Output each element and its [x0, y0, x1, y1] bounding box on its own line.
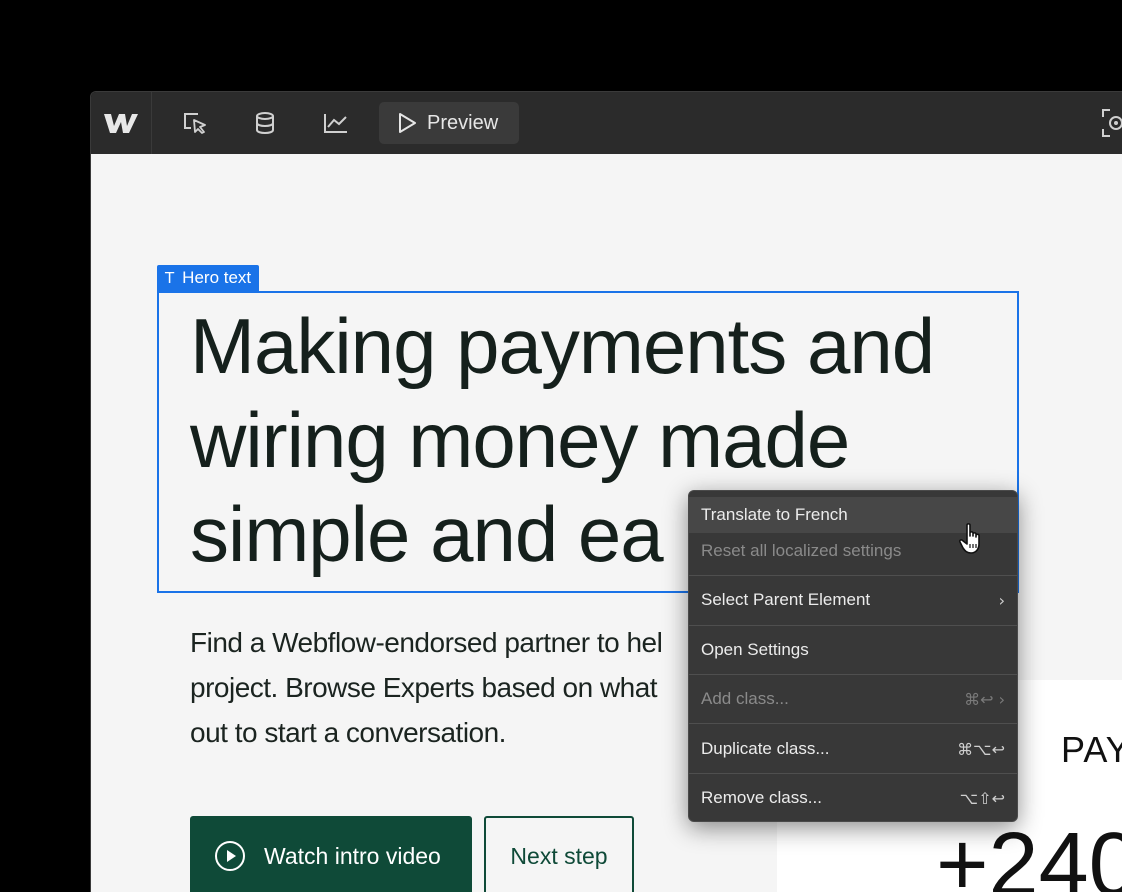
menu-divider [689, 575, 1017, 576]
menu-item-label: Open Settings [701, 640, 809, 659]
menu-item-label: Add class... [701, 689, 789, 708]
menu-item-label: Duplicate class... [701, 739, 830, 758]
select-element-icon[interactable] [177, 106, 213, 140]
webflow-logo-icon [104, 114, 138, 133]
watch-intro-video-button[interactable]: Watch intro video [190, 816, 472, 892]
shortcut-hint: ⌘↩ › [964, 689, 1005, 709]
menu-item-label: Translate to French [701, 505, 848, 524]
menu-divider [689, 773, 1017, 774]
next-step-button[interactable]: Next step [484, 816, 634, 892]
analytics-icon[interactable] [318, 106, 354, 140]
menu-item-remove-class[interactable]: Remove class... ⌥⇧↩ [689, 780, 1017, 816]
preview-button[interactable]: Preview [379, 102, 519, 144]
watch-intro-video-label: Watch intro video [264, 842, 441, 869]
top-toolbar: Preview [91, 92, 1122, 155]
pricing-heading: PAY [1061, 729, 1122, 770]
play-circle-icon [215, 841, 245, 871]
pricing-number: +240 [936, 815, 1122, 892]
shortcut-hint: ⌥⇧↩ [959, 788, 1005, 808]
menu-divider [689, 625, 1017, 626]
menu-item-label: Reset all localized settings [701, 541, 902, 560]
menu-item-label: Remove class... [701, 788, 822, 807]
menu-item-duplicate-class[interactable]: Duplicate class... ⌘⌥↩ [689, 731, 1017, 767]
chevron-right-icon: › [998, 590, 1005, 610]
menu-divider [689, 674, 1017, 675]
selection-label-text: Hero text [182, 268, 252, 287]
hero-line: wiring money made [190, 396, 850, 484]
menu-item-open-settings[interactable]: Open Settings [689, 632, 1017, 668]
play-icon [399, 113, 416, 133]
preview-label: Preview [427, 111, 499, 134]
database-icon[interactable] [247, 106, 283, 140]
shortcut-hint: ⌘⌥↩ [957, 739, 1005, 759]
text-element-icon: T [165, 269, 175, 287]
next-step-label: Next step [510, 842, 608, 869]
hero-line: Making payments and [190, 302, 935, 390]
webflow-logo[interactable] [91, 92, 152, 154]
selection-label[interactable]: T Hero text [157, 265, 260, 291]
menu-item-label: Select Parent Element [701, 590, 871, 609]
menu-item-select-parent[interactable]: Select Parent Element › [689, 582, 1017, 618]
menu-divider [689, 723, 1017, 724]
menu-item-add-class[interactable]: Add class... ⌘↩ › [689, 681, 1017, 717]
screenshot-target-icon[interactable] [1101, 108, 1122, 138]
hand-pointer-icon [958, 523, 980, 554]
